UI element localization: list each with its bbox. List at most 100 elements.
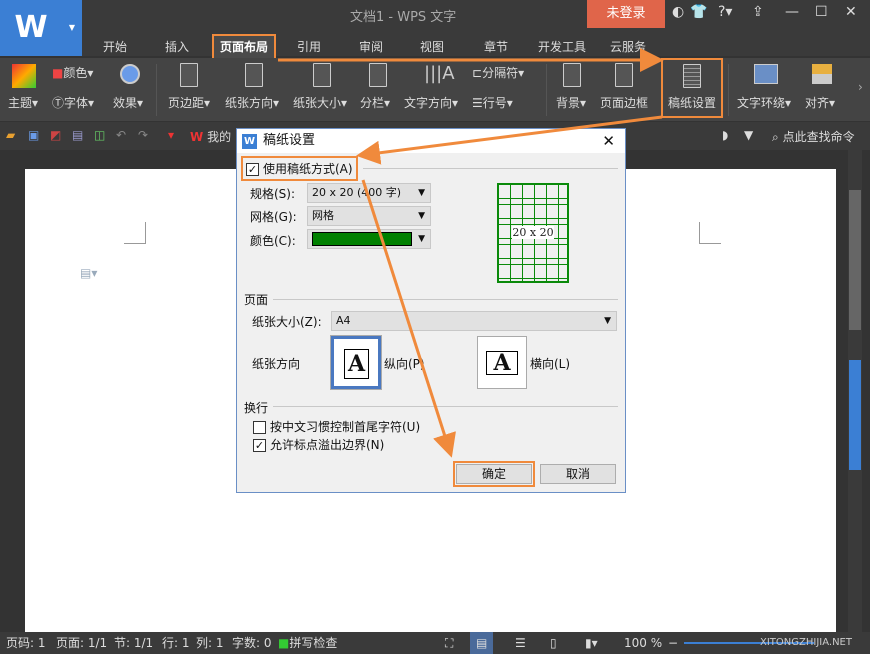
chinese-rule-checkbox[interactable]: 按中文习惯控制首尾字符(U) xyxy=(253,418,420,435)
color-label: 颜色(C): xyxy=(250,232,296,249)
customize-icon[interactable]: ▾ xyxy=(168,128,174,142)
margin-icon xyxy=(180,63,198,87)
portrait-option[interactable]: A xyxy=(331,336,381,389)
dialog-close-button[interactable]: ✕ xyxy=(602,129,615,153)
align-button[interactable]: 对齐▾ xyxy=(805,94,835,111)
print-icon[interactable]: ▤ xyxy=(72,128,83,142)
cancel-button[interactable]: 取消 xyxy=(540,464,616,484)
manuscript-settings-button[interactable]: 稿纸设置 xyxy=(663,60,721,116)
page-section-label: 页面 xyxy=(244,291,268,308)
theme-button[interactable]: 主题▾ xyxy=(8,94,38,111)
ribbon-scroll-right[interactable]: › xyxy=(858,80,863,94)
tab-view[interactable]: 视图 xyxy=(414,36,450,58)
save-icon[interactable]: ▣ xyxy=(28,128,39,142)
columns-icon xyxy=(369,63,387,87)
font-icon: Ⓣ xyxy=(52,96,64,110)
side-panel-toggle[interactable] xyxy=(849,360,861,470)
orientation-button[interactable]: 纸张方向▾ xyxy=(225,94,279,111)
paper-size-select[interactable]: A4▼ xyxy=(331,311,617,331)
font-button[interactable]: Ⓣ字体▾ xyxy=(52,94,94,111)
color-button[interactable]: ■颜色▾ xyxy=(52,64,93,81)
tab-developer[interactable]: 开发工具 xyxy=(532,36,592,58)
spec-select[interactable]: 20 x 20 (400 字)▼ xyxy=(307,183,431,203)
margin-corner xyxy=(124,222,146,244)
use-manuscript-checkbox[interactable]: ✓使用稿纸方式(A) xyxy=(243,158,356,179)
login-button[interactable]: 未登录 xyxy=(587,0,665,28)
text-direction-button[interactable]: 文字方向▾ xyxy=(404,94,458,111)
tab-cloud[interactable]: 云服务 xyxy=(604,36,652,58)
text-direction-icon: |||A xyxy=(424,63,455,84)
help-icon[interactable]: ?▾ xyxy=(718,4,732,20)
paragraph-layout-icon[interactable]: ▤▾ xyxy=(80,266,97,280)
background-button[interactable]: 背景▾ xyxy=(556,94,586,111)
line-number-button[interactable]: ☰行号▾ xyxy=(472,94,513,111)
undo-icon[interactable]: ↶ xyxy=(116,128,126,142)
grid-label: 网格(G): xyxy=(250,208,297,225)
paper-size-icon xyxy=(313,63,331,87)
close-button[interactable]: ✕ xyxy=(845,4,857,20)
search-command[interactable]: ⌕ 点此查找命令 xyxy=(772,128,855,145)
punct-overflow-checkbox[interactable]: ✓允许标点溢出边界(N) xyxy=(253,436,384,453)
open-icon[interactable]: ▰ xyxy=(6,128,15,142)
tab-home[interactable]: 开始 xyxy=(97,36,133,58)
tab-chapter[interactable]: 章节 xyxy=(478,36,514,58)
tab-page-layout[interactable]: 页面布局 xyxy=(214,36,274,58)
skin-icon[interactable]: ◐ xyxy=(672,4,684,20)
separator-button[interactable]: ⊏分隔符▾ xyxy=(472,64,524,81)
effect-icon xyxy=(120,64,140,84)
tab-insert[interactable]: 插入 xyxy=(159,36,195,58)
my-wps-tab[interactable]: W 我的 xyxy=(190,128,231,145)
zoom-out-button[interactable]: − xyxy=(668,632,678,654)
color-select[interactable]: ▼ xyxy=(307,229,431,249)
redo-icon[interactable]: ↷ xyxy=(138,128,148,142)
shirt-icon[interactable]: 👕 xyxy=(690,4,707,20)
page-border-button[interactable]: 页面边框 xyxy=(600,94,648,111)
tab-review[interactable]: 审阅 xyxy=(353,36,389,58)
maximize-button[interactable]: ☐ xyxy=(815,4,828,20)
export-pdf-icon[interactable]: ◩ xyxy=(50,128,61,142)
wps-icon: W xyxy=(242,134,257,149)
wps-logo-button[interactable]: W xyxy=(0,0,62,56)
outline-view-icon[interactable]: ☰ xyxy=(515,632,526,654)
columns-button[interactable]: 分栏▾ xyxy=(360,94,390,111)
scrollbar-thumb[interactable] xyxy=(849,190,861,330)
orientation-label: 纸张方向 xyxy=(252,355,300,372)
status-col: 列: 1 xyxy=(196,632,224,654)
ribbon: 主题▾ ■颜色▾ Ⓣ字体▾ 效果▾ 页边距▾ 纸张方向▾ 纸张大小▾ 分栏▾ |… xyxy=(0,58,870,122)
text-wrap-button[interactable]: 文字环绕▾ xyxy=(737,94,791,111)
paper-size-label: 纸张大小(Z): xyxy=(252,313,322,330)
grid-select[interactable]: 网格▼ xyxy=(307,206,431,226)
reading-mode-icon[interactable]: ▮▾ xyxy=(585,632,598,654)
upload-icon[interactable]: ⇪ xyxy=(752,4,764,20)
ok-button[interactable]: 确定 xyxy=(456,464,532,484)
grid-preview: 20 x 20 xyxy=(497,183,569,283)
palette-icon: ■ xyxy=(52,66,63,80)
page-view-icon[interactable]: ▤ xyxy=(470,632,493,654)
margin-button[interactable]: 页边距▾ xyxy=(168,94,210,111)
logo-menu-dropdown[interactable]: ▼ xyxy=(62,0,82,56)
filter-icon[interactable]: ▼ xyxy=(744,128,753,142)
line-number-icon: ☰ xyxy=(472,96,483,110)
manuscript-icon xyxy=(683,64,701,88)
landscape-label[interactable]: 横向(L) xyxy=(530,355,570,372)
landscape-option[interactable]: A xyxy=(477,336,527,389)
effect-button[interactable]: 效果▾ xyxy=(113,94,143,111)
spec-label: 规格(S): xyxy=(250,185,295,202)
wrap-section-label: 换行 xyxy=(244,399,268,416)
portrait-label[interactable]: 纵向(P) xyxy=(384,355,425,372)
paper-size-button[interactable]: 纸张大小▾ xyxy=(293,94,347,111)
print-preview-icon[interactable]: ◫ xyxy=(94,128,105,142)
pen-icon[interactable]: ◗ xyxy=(722,128,728,142)
vertical-scrollbar[interactable] xyxy=(848,150,862,632)
color-swatch xyxy=(312,232,412,246)
page-border-icon xyxy=(615,63,633,87)
portrait-page-icon: A xyxy=(344,349,369,379)
background-icon xyxy=(563,63,581,87)
minimize-button[interactable]: — xyxy=(785,4,799,20)
tab-references[interactable]: 引用 xyxy=(291,36,327,58)
search-icon: ⌕ xyxy=(772,130,779,144)
manuscript-settings-dialog: W 稿纸设置 ✕ ✓使用稿纸方式(A) 规格(S): 20 x 20 (400 … xyxy=(236,128,626,493)
web-view-icon[interactable]: ▯ xyxy=(550,632,557,654)
spell-check[interactable]: ■拼写检查 xyxy=(278,632,337,654)
fullscreen-view-icon[interactable]: ⛶ xyxy=(445,632,453,654)
